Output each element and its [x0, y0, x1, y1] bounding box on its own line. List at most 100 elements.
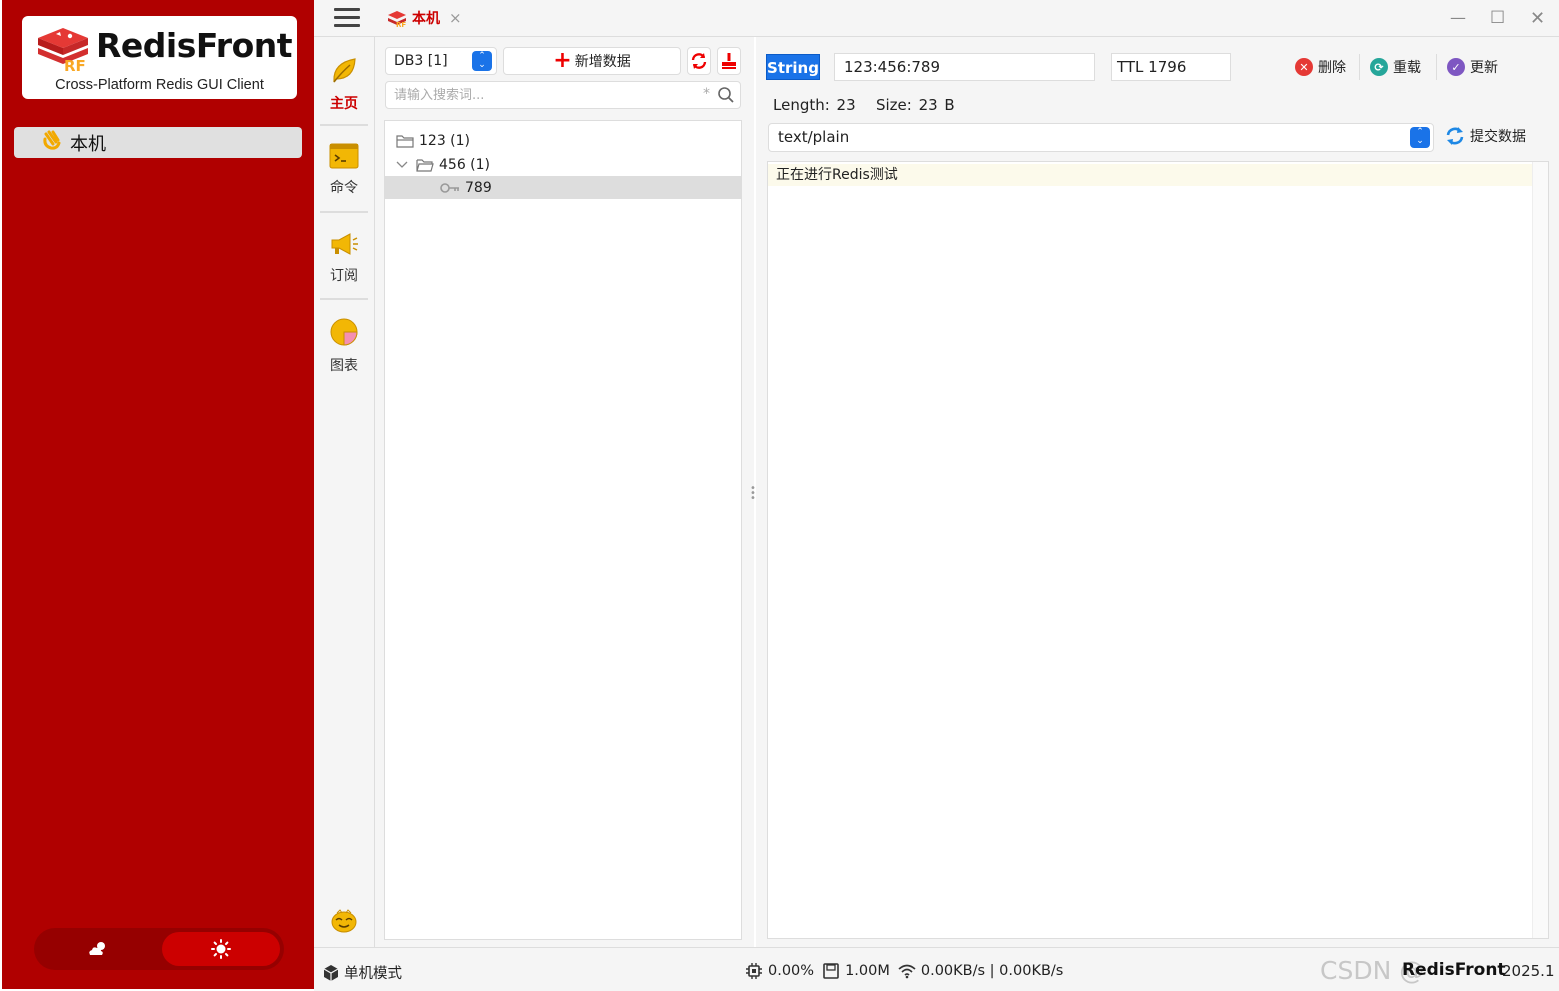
submit-data-button[interactable]: 提交数据 [1444, 126, 1526, 146]
tab-local[interactable]: RF 本机 × [386, 8, 462, 28]
nav-home[interactable]: 主页 [314, 55, 374, 113]
value-editor[interactable]: 正在进行Redis测试 [767, 161, 1549, 939]
search-icon[interactable] [717, 86, 735, 104]
value-panel: String 123:456:789 TTL 1796 ✕ 删除 ⟳ 重载 ✓ … [756, 37, 1559, 947]
cpu-value: 0.00% [768, 963, 815, 979]
nav-divider [320, 211, 368, 213]
minimize-icon[interactable]: — [1450, 8, 1466, 27]
redis-logo-icon: RF [38, 28, 88, 72]
tab-close-icon[interactable]: × [449, 9, 462, 27]
plus-icon: + [553, 48, 572, 73]
tree-key-label: 789 [465, 179, 492, 196]
key-type-badge: String [766, 54, 820, 80]
nav-divider [320, 298, 368, 300]
top-tab-bar: RF 本机 × — ☐ ✕ [314, 0, 1559, 37]
check-icon: ✓ [1447, 58, 1465, 76]
size-text: Size: 23 B [875, 96, 955, 114]
database-select[interactable]: DB3 [1] ⌃ ⌄ [385, 47, 497, 75]
theme-toggle[interactable] [34, 928, 284, 970]
pie-chart-icon [330, 318, 358, 346]
mode-indicator: 单机模式 [322, 962, 402, 983]
editor-current-line[interactable]: 正在进行Redis测试 [768, 164, 1532, 186]
cpu-icon [746, 963, 762, 979]
status-brand: RedisFront [1402, 960, 1506, 980]
delete-button[interactable]: ✕ 删除 [1295, 57, 1346, 77]
nav-command[interactable]: 命令 [314, 143, 374, 197]
refresh-icon [691, 53, 707, 69]
add-data-button[interactable]: + 新增数据 [503, 47, 681, 75]
redis-tab-icon: RF [388, 11, 406, 27]
key-name-field[interactable]: 123:456:789 [834, 53, 1095, 81]
mascot-icon[interactable] [330, 907, 358, 933]
tree-folder-456[interactable]: 456 (1) [385, 153, 741, 176]
nav-divider [320, 124, 368, 126]
database-select-value: DB3 [1] [394, 53, 448, 69]
value-meta: Length: 23 Size: 23 B [773, 96, 955, 114]
system-stats: 0.00% 1.00M 0.00KB/s | 0.00KB/s [745, 962, 1063, 980]
app-window: RF RedisFront Cross-Platform Redis GUI C… [0, 0, 1559, 991]
key-tree: 123 (1) 456 (1) 789 [384, 120, 742, 940]
dark-theme-button[interactable] [38, 932, 156, 966]
nav-subscribe-label: 订阅 [330, 268, 358, 284]
clear-button[interactable] [717, 47, 741, 75]
ttl-field[interactable]: TTL 1796 [1111, 53, 1231, 81]
light-theme-button[interactable] [162, 932, 280, 966]
submit-data-label: 提交数据 [1470, 129, 1526, 145]
chevron-down-icon[interactable] [396, 160, 408, 170]
delete-label: 删除 [1318, 60, 1346, 76]
cube-icon [323, 964, 339, 981]
mode-label: 单机模式 [344, 966, 402, 982]
wifi-icon [898, 964, 916, 979]
editor-scrollbar[interactable] [1532, 162, 1548, 938]
wildcard-toggle[interactable]: * [703, 86, 710, 102]
svg-text:RF: RF [396, 21, 406, 27]
nav-home-label: 主页 [330, 96, 358, 112]
tab-label: 本机 [412, 11, 440, 27]
sun-icon [211, 939, 231, 959]
select-spinner-icon: ⌃ ⌄ [1410, 127, 1430, 148]
keys-panel: DB3 [1] ⌃⌄ + 新增数据 * 123 (1) 456 (1 [375, 37, 754, 947]
key-icon [440, 182, 460, 193]
hamburger-menu-icon[interactable] [334, 8, 360, 28]
toolbar-divider [1359, 54, 1360, 80]
reload-label: 重载 [1393, 60, 1421, 76]
tree-folder-label: 456 (1) [439, 156, 491, 173]
key-search-box[interactable]: * [385, 81, 741, 109]
nav-subscribe[interactable]: 订阅 [314, 231, 374, 285]
nav-chart-label: 图表 [330, 358, 358, 374]
format-select[interactable]: text/plain ⌃ ⌄ [768, 123, 1434, 152]
status-bar: 单机模式 0.00% 1.00M 0.00KB/s | 0.00KB/s CSD… [314, 947, 1559, 991]
function-nav: 主页 命令 订阅 图表 [314, 37, 375, 947]
key-search-input[interactable] [386, 82, 676, 108]
update-label: 更新 [1470, 60, 1498, 76]
maximize-icon[interactable]: ☐ [1490, 8, 1505, 28]
wave-hand-icon [42, 130, 64, 155]
folder-open-icon [416, 158, 434, 172]
select-spinner-icon: ⌃ ⌄ [472, 51, 492, 71]
window-close-icon[interactable]: ✕ [1530, 8, 1545, 29]
folder-icon [396, 134, 414, 148]
sync-icon [1446, 127, 1464, 145]
tree-folder-label: 123 (1) [419, 132, 471, 149]
status-version: 2025.1 [1502, 962, 1555, 980]
add-data-label: 新增数据 [574, 54, 631, 70]
leaf-icon [333, 58, 356, 83]
tree-key-789[interactable]: 789 [385, 176, 741, 199]
update-button[interactable]: ✓ 更新 [1447, 57, 1498, 77]
nav-command-label: 命令 [330, 180, 358, 196]
nav-chart[interactable]: 图表 [314, 317, 374, 375]
refresh-button[interactable] [687, 47, 711, 75]
connection-sidebar: RF RedisFront Cross-Platform Redis GUI C… [2, 0, 314, 989]
network-value: 0.00KB/s | 0.00KB/s [920, 963, 1064, 979]
format-select-value: text/plain [778, 128, 850, 146]
tree-folder-123[interactable]: 123 (1) [385, 129, 741, 152]
delete-icon: ✕ [1295, 58, 1313, 76]
broom-icon [722, 53, 736, 69]
connection-item-local[interactable]: 本机 [14, 127, 302, 158]
toolbar-divider [1436, 54, 1437, 80]
reload-button[interactable]: ⟳ 重载 [1370, 57, 1421, 77]
reload-icon: ⟳ [1370, 58, 1388, 76]
logo-subtitle: Cross-Platform Redis GUI Client [55, 77, 264, 93]
svg-text:RF: RF [64, 57, 86, 72]
length-text: Length: 23 [773, 96, 856, 114]
